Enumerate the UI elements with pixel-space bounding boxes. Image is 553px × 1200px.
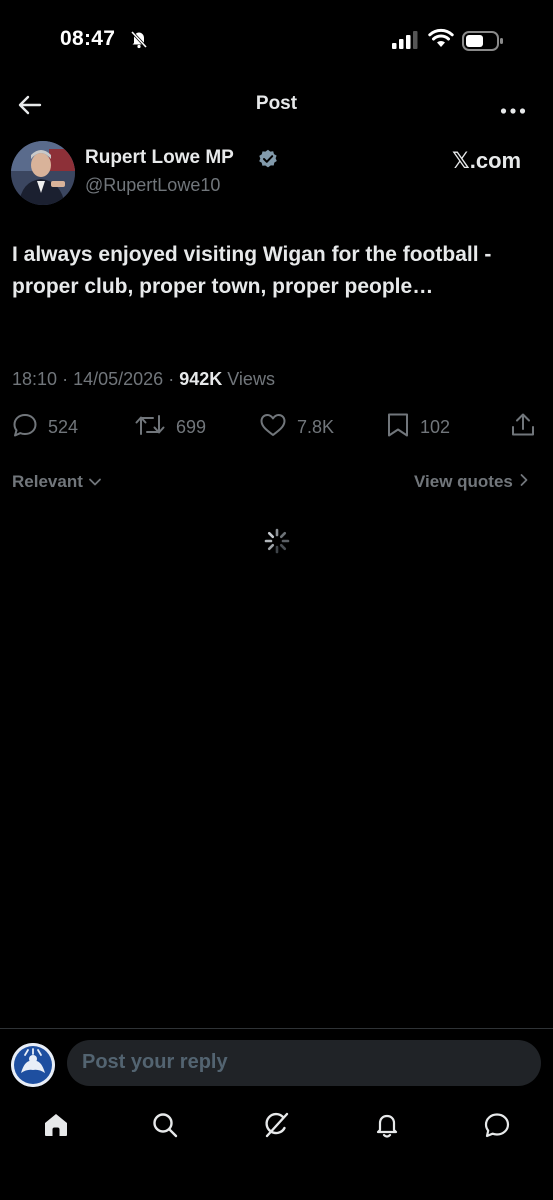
- status-time: 08:47: [60, 27, 116, 50]
- notifications-icon[interactable]: [373, 1111, 401, 1144]
- like-button[interactable]: 7.8K: [259, 412, 334, 442]
- grok-icon[interactable]: [262, 1111, 290, 1144]
- views-label: Views: [227, 369, 275, 389]
- author-name[interactable]: Rupert Lowe MP: [85, 147, 234, 169]
- source-label: 𝕏.com: [452, 148, 522, 173]
- views-count: 942K: [179, 369, 223, 389]
- view-quotes-label: View quotes: [414, 472, 513, 491]
- chevron-down-icon: [88, 472, 102, 492]
- tweet-text: I always enjoyed visiting Wigan for the …: [12, 243, 492, 298]
- reply-placeholder: Post your reply: [82, 1051, 228, 1073]
- battery-icon: [462, 31, 504, 56]
- bookmark-count: 102: [420, 416, 451, 437]
- view-quotes-link[interactable]: View quotes: [414, 472, 529, 492]
- heart-icon: [259, 412, 287, 443]
- tweet-date: 14/05/2026: [73, 369, 164, 389]
- repost-count: 699: [176, 416, 207, 437]
- loading-spinner-icon: [263, 527, 291, 560]
- reply-button[interactable]: 524: [12, 412, 78, 442]
- sort-label: Relevant: [12, 472, 83, 491]
- meta-separator: ·: [168, 369, 175, 389]
- verified-badge-icon: [258, 149, 278, 174]
- reply-icon: [12, 412, 38, 443]
- share-button[interactable]: [510, 412, 536, 442]
- bookmark-button[interactable]: 102: [386, 412, 450, 442]
- home-icon[interactable]: [42, 1111, 70, 1144]
- messages-icon[interactable]: [483, 1111, 511, 1144]
- tweet-time: 18:10: [12, 369, 58, 389]
- page-title: Post: [255, 93, 298, 114]
- repost-icon: [134, 412, 166, 443]
- user-avatar[interactable]: [11, 1043, 55, 1087]
- cellular-signal-icon: [392, 31, 420, 54]
- author-avatar[interactable]: [11, 141, 75, 205]
- wifi-icon: [428, 28, 454, 53]
- reply-count: 524: [48, 416, 79, 437]
- repost-button[interactable]: 699: [134, 412, 206, 442]
- more-options-icon[interactable]: [500, 102, 526, 120]
- divider: [0, 1028, 553, 1029]
- bell-muted-icon: [129, 29, 149, 54]
- like-count: 7.8K: [297, 416, 335, 437]
- search-icon[interactable]: [151, 1111, 179, 1144]
- chevron-right-icon: [519, 472, 529, 492]
- bookmark-icon: [386, 412, 410, 443]
- share-icon: [510, 412, 536, 443]
- tweet-meta: 18:10 · 14/05/2026 · 942K Views: [12, 369, 275, 390]
- meta-separator: ·: [62, 369, 69, 389]
- sort-relevant-dropdown[interactable]: Relevant: [12, 472, 102, 492]
- author-handle[interactable]: @RupertLowe10: [85, 175, 220, 196]
